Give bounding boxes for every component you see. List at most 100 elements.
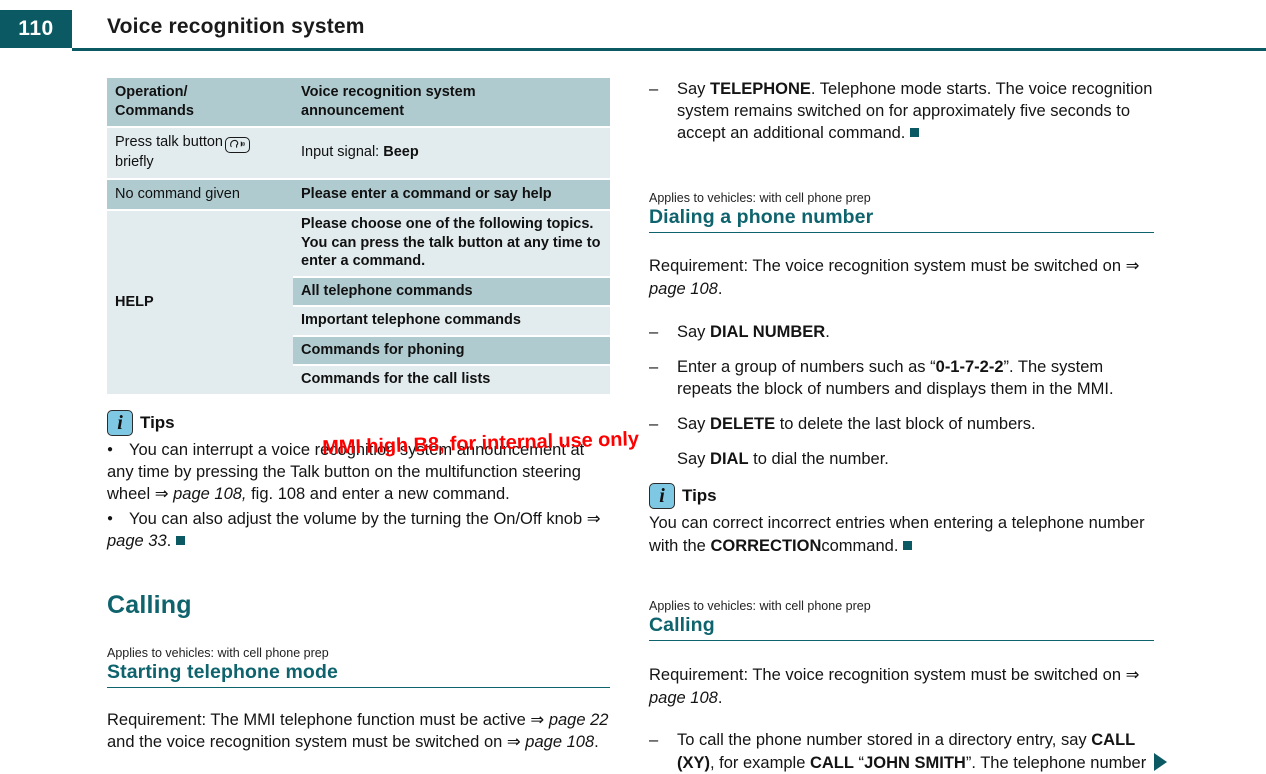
applies-note-left: Applies to vehicles: with cell phone pre… xyxy=(107,645,329,660)
calling-requirement-pre: Requirement: The voice recognition syste… xyxy=(649,665,1140,684)
section-heading-calling: Calling xyxy=(107,590,192,619)
list-item: – To call the phone number stored in a di… xyxy=(649,729,1154,774)
info-icon: i xyxy=(649,483,675,510)
help-topic-row: All telephone commands xyxy=(293,277,610,306)
example-number: 0-1-7-2-2 xyxy=(935,357,1004,376)
tips-bullet-list-left: You can interrupt a voice recognition sy… xyxy=(107,440,610,553)
help-topic-all-telephone-commands: All telephone commands xyxy=(293,277,610,306)
page-title: Voice recognition system xyxy=(107,15,365,38)
triangle-right-icon xyxy=(1154,753,1167,771)
requirement-post: . xyxy=(594,733,599,752)
page-header: 110 Voice recognition system xyxy=(0,10,1266,51)
help-topic-row: Commands for phoning xyxy=(293,336,610,365)
tips-text-right: You can correct incorrect entries when e… xyxy=(649,512,1154,558)
example-name: JOHN SMITH xyxy=(864,753,966,772)
requirement-text-left: Requirement: The MMI telephone function … xyxy=(107,709,610,755)
help-intro-row: Please choose one of the following topic… xyxy=(293,211,610,276)
dial-step-4-pre: Say xyxy=(677,450,711,469)
cell-operation-help: HELP xyxy=(107,211,293,395)
correction-command: CORRECTION xyxy=(710,537,822,556)
tip-text-1-post: fig. 108 and enter a new command. xyxy=(246,484,510,503)
list-item: – Say DELETE to delete the last block of … xyxy=(649,413,1154,435)
dial-step-2-pre: Enter a group of numbers such as “ xyxy=(677,357,936,376)
end-of-section-marker xyxy=(176,535,186,545)
help-topic-important-telephone-commands: Important telephone commands xyxy=(293,307,610,335)
cell-announcement-no-command: Please enter a command or say help xyxy=(293,179,610,210)
left-column: Operation/ Commands Voice recognition sy… xyxy=(107,78,610,771)
requirement-text-dialing: Requirement: The voice recognition syste… xyxy=(649,255,1154,301)
list-item: – Enter a group of numbers such as “0-1-7… xyxy=(649,356,1154,400)
requirement-mid: and the voice recognition system must be… xyxy=(107,733,526,752)
bullet-dot-icon xyxy=(107,509,129,531)
dial-step-1-post: . xyxy=(825,322,830,341)
table-header-operation: Operation/ Commands xyxy=(107,78,293,127)
dial-step-3-post: to delete the last block of numbers. xyxy=(775,415,1036,434)
tip-text-2-pre: You can also adjust the volume by the tu… xyxy=(129,509,601,528)
dialing-requirement-post: . xyxy=(717,280,723,299)
cell-announcement-input-signal: Input signal: Beep xyxy=(293,128,610,178)
document-page: 110 Voice recognition system Operation/ … xyxy=(0,0,1266,774)
calling-step-mid: , for example xyxy=(710,753,810,772)
table-header-announcement: Voice recognition system announcement xyxy=(293,78,610,127)
press-talk-briefly: briefly xyxy=(115,154,154,171)
calling-requirement-ref: page 108 xyxy=(649,688,718,707)
table-row-help: HELP Please choose one of the following … xyxy=(107,211,610,395)
bullet-dot-icon xyxy=(107,440,129,462)
table-header-announcement-line1: Voice recognition system xyxy=(301,84,476,100)
dialing-requirement-ref: page 108 xyxy=(649,280,718,299)
requirement-ref-1: page 22 xyxy=(548,710,609,729)
tip-ref-2: page 33 xyxy=(107,531,167,550)
tips-label: Tips xyxy=(140,413,175,433)
talk-button-icon xyxy=(225,137,250,154)
help-topic-row: Important telephone commands xyxy=(293,307,610,335)
table-row: No command given Please enter a command … xyxy=(107,179,610,210)
calling-requirement-post: . xyxy=(717,688,723,707)
list-item: You can also adjust the volume by the tu… xyxy=(107,509,610,553)
table-row: Press talk button briefly Input signal: … xyxy=(107,128,610,178)
dash-marker: – xyxy=(649,80,659,98)
tip-ref-1: page 108, xyxy=(173,484,247,503)
telephone-command: TELEPHONE xyxy=(710,80,811,98)
dash-marker: – xyxy=(649,322,659,341)
table-header-announcement-line2: announcement xyxy=(301,102,405,119)
press-talk-label: Press talk button xyxy=(115,134,223,151)
requirement-ref-2: page 108 xyxy=(525,733,595,752)
table-header-operation-line1: Operation/ xyxy=(115,84,188,100)
dial-step-4-post: to dial the number. xyxy=(748,450,889,469)
end-of-section-marker xyxy=(903,541,913,551)
applies-note-calling: Applies to vehicles: with cell phone pre… xyxy=(649,598,871,613)
dial-command: DIAL xyxy=(710,450,749,469)
tip-text-2-post: . xyxy=(166,531,172,550)
cell-operation-no-command: No command given xyxy=(107,179,293,210)
dash-marker: – xyxy=(649,731,659,750)
dial-step-3-pre: Say xyxy=(677,415,711,434)
dial-step-1-pre: Say xyxy=(677,322,711,341)
sub-heading-starting-telephone-mode: Starting telephone mode xyxy=(107,661,610,688)
sub-heading-calling: Calling xyxy=(649,614,1154,641)
tips-header-left: i Tips xyxy=(107,410,610,437)
dialing-requirement-pre: Requirement: The voice recognition syste… xyxy=(649,257,1140,276)
requirement-pre: Requirement: The MMI telephone function … xyxy=(107,710,549,729)
tips-header-right: i Tips xyxy=(649,483,1154,510)
calling-step-list: – To call the phone number stored in a di… xyxy=(649,729,1154,774)
list-item: You can interrupt a voice recognition sy… xyxy=(107,440,610,506)
help-topic-commands-for-phoning: Commands for phoning xyxy=(293,336,610,365)
list-item: Say DIAL to dial the number. xyxy=(649,448,1154,470)
dialing-step-list: – Say DIAL NUMBER. – Enter a group of numb… xyxy=(649,321,1154,471)
info-icon: i xyxy=(107,410,133,437)
table-header-row: Operation/ Commands Voice recognition sy… xyxy=(107,78,610,127)
list-item: – Say TELEPHONE. Telephone mode starts. T… xyxy=(649,78,1154,144)
tips-label: Tips xyxy=(682,486,717,506)
voice-command-table: Operation/ Commands Voice recognition sy… xyxy=(107,78,610,395)
help-topic-row: Commands for the call lists xyxy=(293,366,610,395)
cell-announcement-help: Please choose one of the following topic… xyxy=(293,211,610,395)
calling-step-pre: To call the phone number stored in a dir… xyxy=(677,731,1092,750)
call-command: CALL xyxy=(809,753,854,772)
input-signal-label: Input signal: xyxy=(301,144,384,161)
table-header-operation-line2: Commands xyxy=(115,102,194,119)
requirement-text-calling: Requirement: The voice recognition syste… xyxy=(649,664,1154,710)
delete-command: DELETE xyxy=(710,415,776,434)
applies-note-dialing: Applies to vehicles: with cell phone pre… xyxy=(649,191,871,206)
sub-heading-dialing-a-phone-number: Dialing a phone number xyxy=(649,206,1154,234)
dash-marker: – xyxy=(649,415,659,434)
